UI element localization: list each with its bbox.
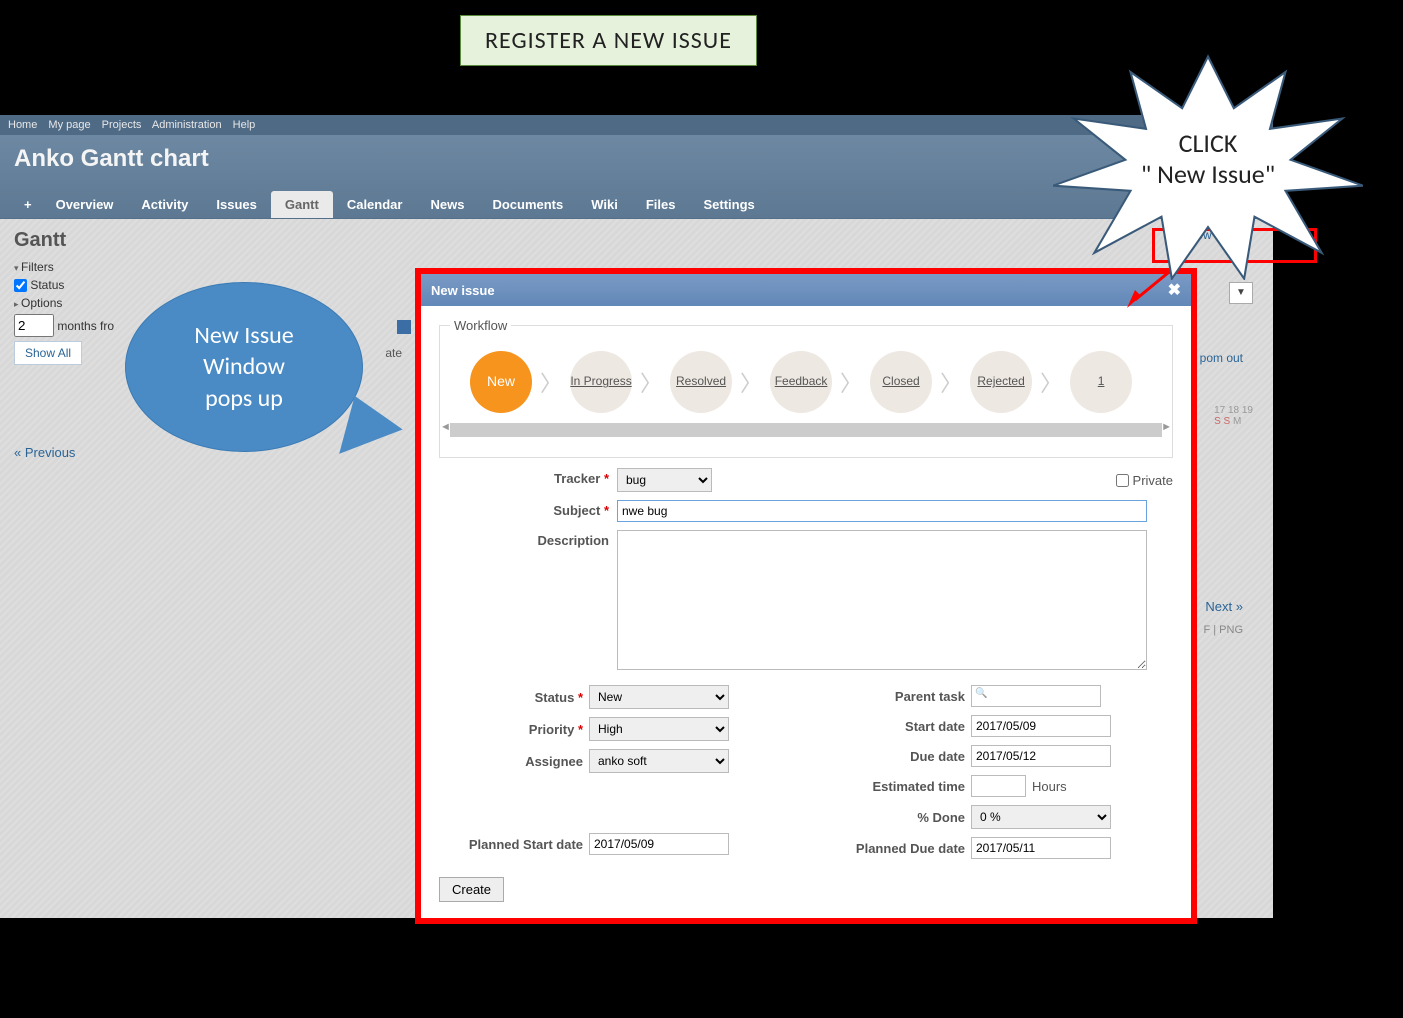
priority-label: Priority * [439,722,589,737]
workflow-step-extra[interactable]: 1 [1070,351,1132,413]
status-checkbox[interactable] [14,279,27,292]
description-textarea[interactable] [617,530,1147,670]
tab-plus[interactable]: + [14,191,42,218]
annotation-starburst: CLICK " New Issue" [1053,50,1363,280]
hours-label: Hours [1032,779,1067,794]
show-all-button[interactable]: Show All [14,341,82,365]
top-menu-projects[interactable]: Projects [102,119,142,131]
planned-due-input[interactable] [971,837,1111,859]
due-date-input[interactable] [971,745,1111,767]
description-label: Description [439,530,609,673]
workflow-step-feedback[interactable]: Feedback [770,351,832,413]
due-date-label: Due date [821,749,971,764]
months-label: months fro [57,319,114,333]
burst-line: " New Issue" [1141,158,1275,190]
parent-task-label: Parent task [821,689,971,704]
zoom-out-link[interactable]: pom out [1200,351,1243,365]
chevron-right-icon: 〉 [740,366,762,398]
cal-day: 17 [1214,405,1225,416]
cal-dow: S [1224,416,1231,427]
assignee-label: Assignee [439,754,589,769]
gantt-col-cut: ate [385,346,402,360]
chevron-right-icon: 〉 [840,366,862,398]
bubble-line: pops up [205,384,283,413]
chevron-right-icon: 〉 [940,366,962,398]
tracker-label: Tracker * [439,468,609,492]
next-link[interactable]: Next » [1205,599,1243,614]
planned-due-label: Planned Due date [821,841,971,856]
calendar-header: 17 18 19 S S M [1214,405,1253,427]
tracker-select[interactable]: bug [617,468,712,492]
cal-day: 19 [1242,405,1253,416]
top-menu-admin[interactable]: Administration [152,119,222,131]
cal-day: 18 [1228,405,1239,416]
tab-activity[interactable]: Activity [127,191,202,218]
burst-line: CLICK [1179,127,1238,159]
status-label: Status [30,278,64,292]
chevron-right-icon: 〉 [540,366,562,398]
tab-settings[interactable]: Settings [689,191,768,218]
pct-done-select[interactable]: 0 % [971,805,1111,829]
priority-select[interactable]: High [589,717,729,741]
subject-input[interactable] [617,500,1147,522]
tab-overview[interactable]: Overview [42,191,128,218]
top-menu-help[interactable]: Help [233,119,256,131]
top-menu-home[interactable]: Home [8,119,37,131]
export-links[interactable]: F | PNG [1203,624,1243,636]
workflow-step-new[interactable]: New [470,351,532,413]
estimated-time-input[interactable] [971,775,1026,797]
bubble-line: New Issue [194,321,293,350]
start-date-input[interactable] [971,715,1111,737]
annotation-bubble: New Issue Window pops up [125,282,363,472]
workflow-fieldset: Workflow New 〉 In Progress 〉 Resolved 〉 … [439,318,1173,458]
workflow-step-resolved[interactable]: Resolved [670,351,732,413]
planned-start-input[interactable] [589,833,729,855]
tab-files[interactable]: Files [632,191,690,218]
workflow-step-rejected[interactable]: Rejected [970,351,1032,413]
months-input[interactable] [14,314,54,337]
top-menu-mypage[interactable]: My page [48,119,90,131]
chevron-right-icon: 〉 [1040,366,1062,398]
pct-done-label: % Done [821,810,971,825]
new-issue-dialog: New issue ✖ Workflow New 〉 In Progress 〉… [415,268,1197,924]
previous-link[interactable]: « Previous [14,445,75,460]
assignee-select[interactable]: anko soft [589,749,729,773]
planned-start-label: Planned Start date [439,837,589,852]
tab-calendar[interactable]: Calendar [333,191,417,218]
status-select[interactable]: New [589,685,729,709]
workflow-step-inprogress[interactable]: In Progress [570,351,632,413]
status-label2: Status * [439,690,589,705]
tab-gantt[interactable]: Gantt [271,191,333,218]
private-label: Private [1133,473,1173,488]
cal-dow: S [1214,416,1221,427]
workflow-step-closed[interactable]: Closed [870,351,932,413]
workflow-legend: Workflow [450,318,511,333]
chevron-right-icon: 〉 [640,366,662,398]
bubble-line: Window [203,352,285,381]
create-button[interactable]: Create [439,877,504,902]
tab-documents[interactable]: Documents [478,191,577,218]
tab-wiki[interactable]: Wiki [577,191,632,218]
workflow-scrollbar[interactable] [450,423,1162,437]
subject-label: Subject * [439,500,609,522]
estimated-time-label: Estimated time [821,779,971,794]
cal-dow: M [1233,416,1241,427]
side-dropdown[interactable]: ▼ [1229,282,1253,304]
save-icon[interactable] [397,320,411,334]
parent-task-input[interactable] [971,685,1101,707]
private-checkbox[interactable] [1116,474,1129,487]
dialog-title-text: New issue [431,283,495,298]
tab-issues[interactable]: Issues [202,191,270,218]
start-date-label: Start date [821,719,971,734]
slide-title: REGISTER A NEW ISSUE [460,15,757,66]
tab-news[interactable]: News [416,191,478,218]
